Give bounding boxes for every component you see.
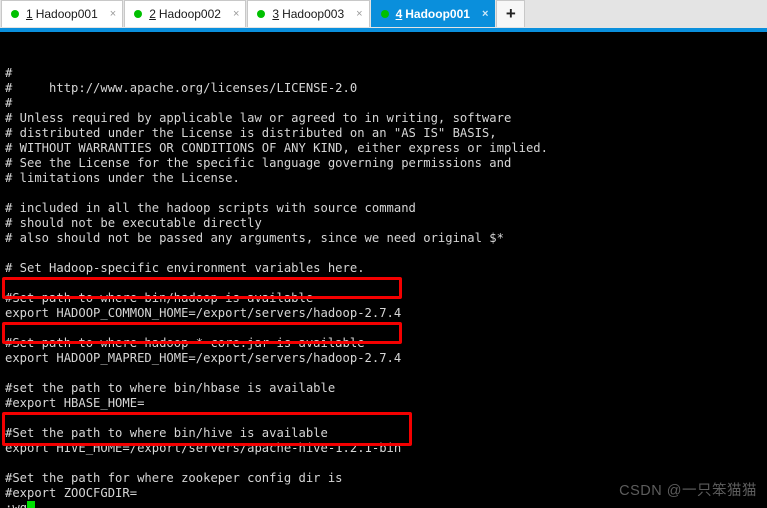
tab-1-hadoop001[interactable]: 1 Hadoop001 × (1, 0, 124, 27)
green-dot-icon (11, 10, 19, 18)
close-icon[interactable]: × (231, 8, 241, 20)
terminal-line: # http://www.apache.org/licenses/LICENSE… (5, 81, 358, 95)
terminal-line: export HADOOP_MAPRED_HOME=/export/server… (5, 351, 402, 365)
terminal-line: export HIVE_HOME=/export/servers/apache-… (5, 441, 402, 455)
terminal-line: export HADOOP_COMMON_HOME=/export/server… (5, 306, 402, 320)
green-dot-icon (380, 10, 389, 18)
tab-mnemonic-number: 4 (395, 7, 403, 21)
terminal-line: #Set path to where hadoop-*-core.jar is … (5, 336, 365, 350)
tab-bar: 1 Hadoop001 × 2 Hadoop002 × 3 Hadoop003 … (0, 0, 767, 28)
tab-label: Hadoop002 (158, 7, 221, 21)
terminal-text-lines: # # http://www.apache.org/licenses/LICENS… (5, 66, 767, 508)
terminal-line: # also should not be passed any argument… (5, 231, 504, 245)
terminal-line: # distributed under the License is distr… (5, 126, 497, 140)
close-icon[interactable]: × (108, 8, 118, 20)
terminal-line: #export HBASE_HOME= (5, 396, 145, 410)
tab-label: Hadoop001 (405, 7, 470, 21)
tab-label: Hadoop003 (282, 7, 345, 21)
terminal-line: # (5, 96, 13, 110)
close-icon[interactable]: × (480, 8, 490, 20)
tab-2-hadoop002[interactable]: 2 Hadoop002 × (124, 0, 247, 27)
tab-4-hadoop001-active[interactable]: 4 Hadoop001 × (370, 0, 496, 27)
terminal-line: # Unless required by applicable law or a… (5, 111, 512, 125)
terminal-app-window: 1 Hadoop001 × 2 Hadoop002 × 3 Hadoop003 … (0, 0, 767, 508)
close-icon[interactable]: × (354, 8, 364, 20)
green-dot-icon (134, 10, 143, 18)
text-cursor (27, 501, 36, 508)
terminal-line: #Set the path to where bin/hive is avail… (5, 426, 328, 440)
green-dot-icon (257, 10, 266, 18)
csdn-watermark: CSDN @一只笨猫猫 (619, 483, 757, 499)
terminal-line: #Set path to where bin/hadoop is availab… (5, 291, 314, 305)
terminal-line: # limitations under the License. (5, 171, 240, 185)
terminal-line: # See the License for the specific langu… (5, 156, 512, 170)
tab-3-hadoop003[interactable]: 3 Hadoop003 × (247, 0, 370, 27)
tab-mnemonic-number: 2 (149, 7, 156, 21)
terminal-line: # included in all the hadoop scripts wit… (5, 201, 416, 215)
terminal-output[interactable]: # # http://www.apache.org/licenses/LICENS… (0, 32, 767, 508)
tab-mnemonic-number: 1 (26, 7, 33, 21)
terminal-line: :wq (5, 501, 767, 508)
terminal-line: # WITHOUT WARRANTIES OR CONDITIONS OF AN… (5, 141, 548, 155)
tab-label: Hadoop001 (35, 7, 98, 21)
terminal-line: # Set Hadoop-specific environment variab… (5, 261, 365, 275)
new-tab-button[interactable]: + (496, 0, 526, 27)
tab-mnemonic-number: 3 (272, 7, 280, 21)
terminal-line: # (5, 66, 13, 80)
terminal-line: #set the path to where bin/hbase is avai… (5, 381, 336, 395)
terminal-line: # should not be executable directly (5, 216, 262, 230)
